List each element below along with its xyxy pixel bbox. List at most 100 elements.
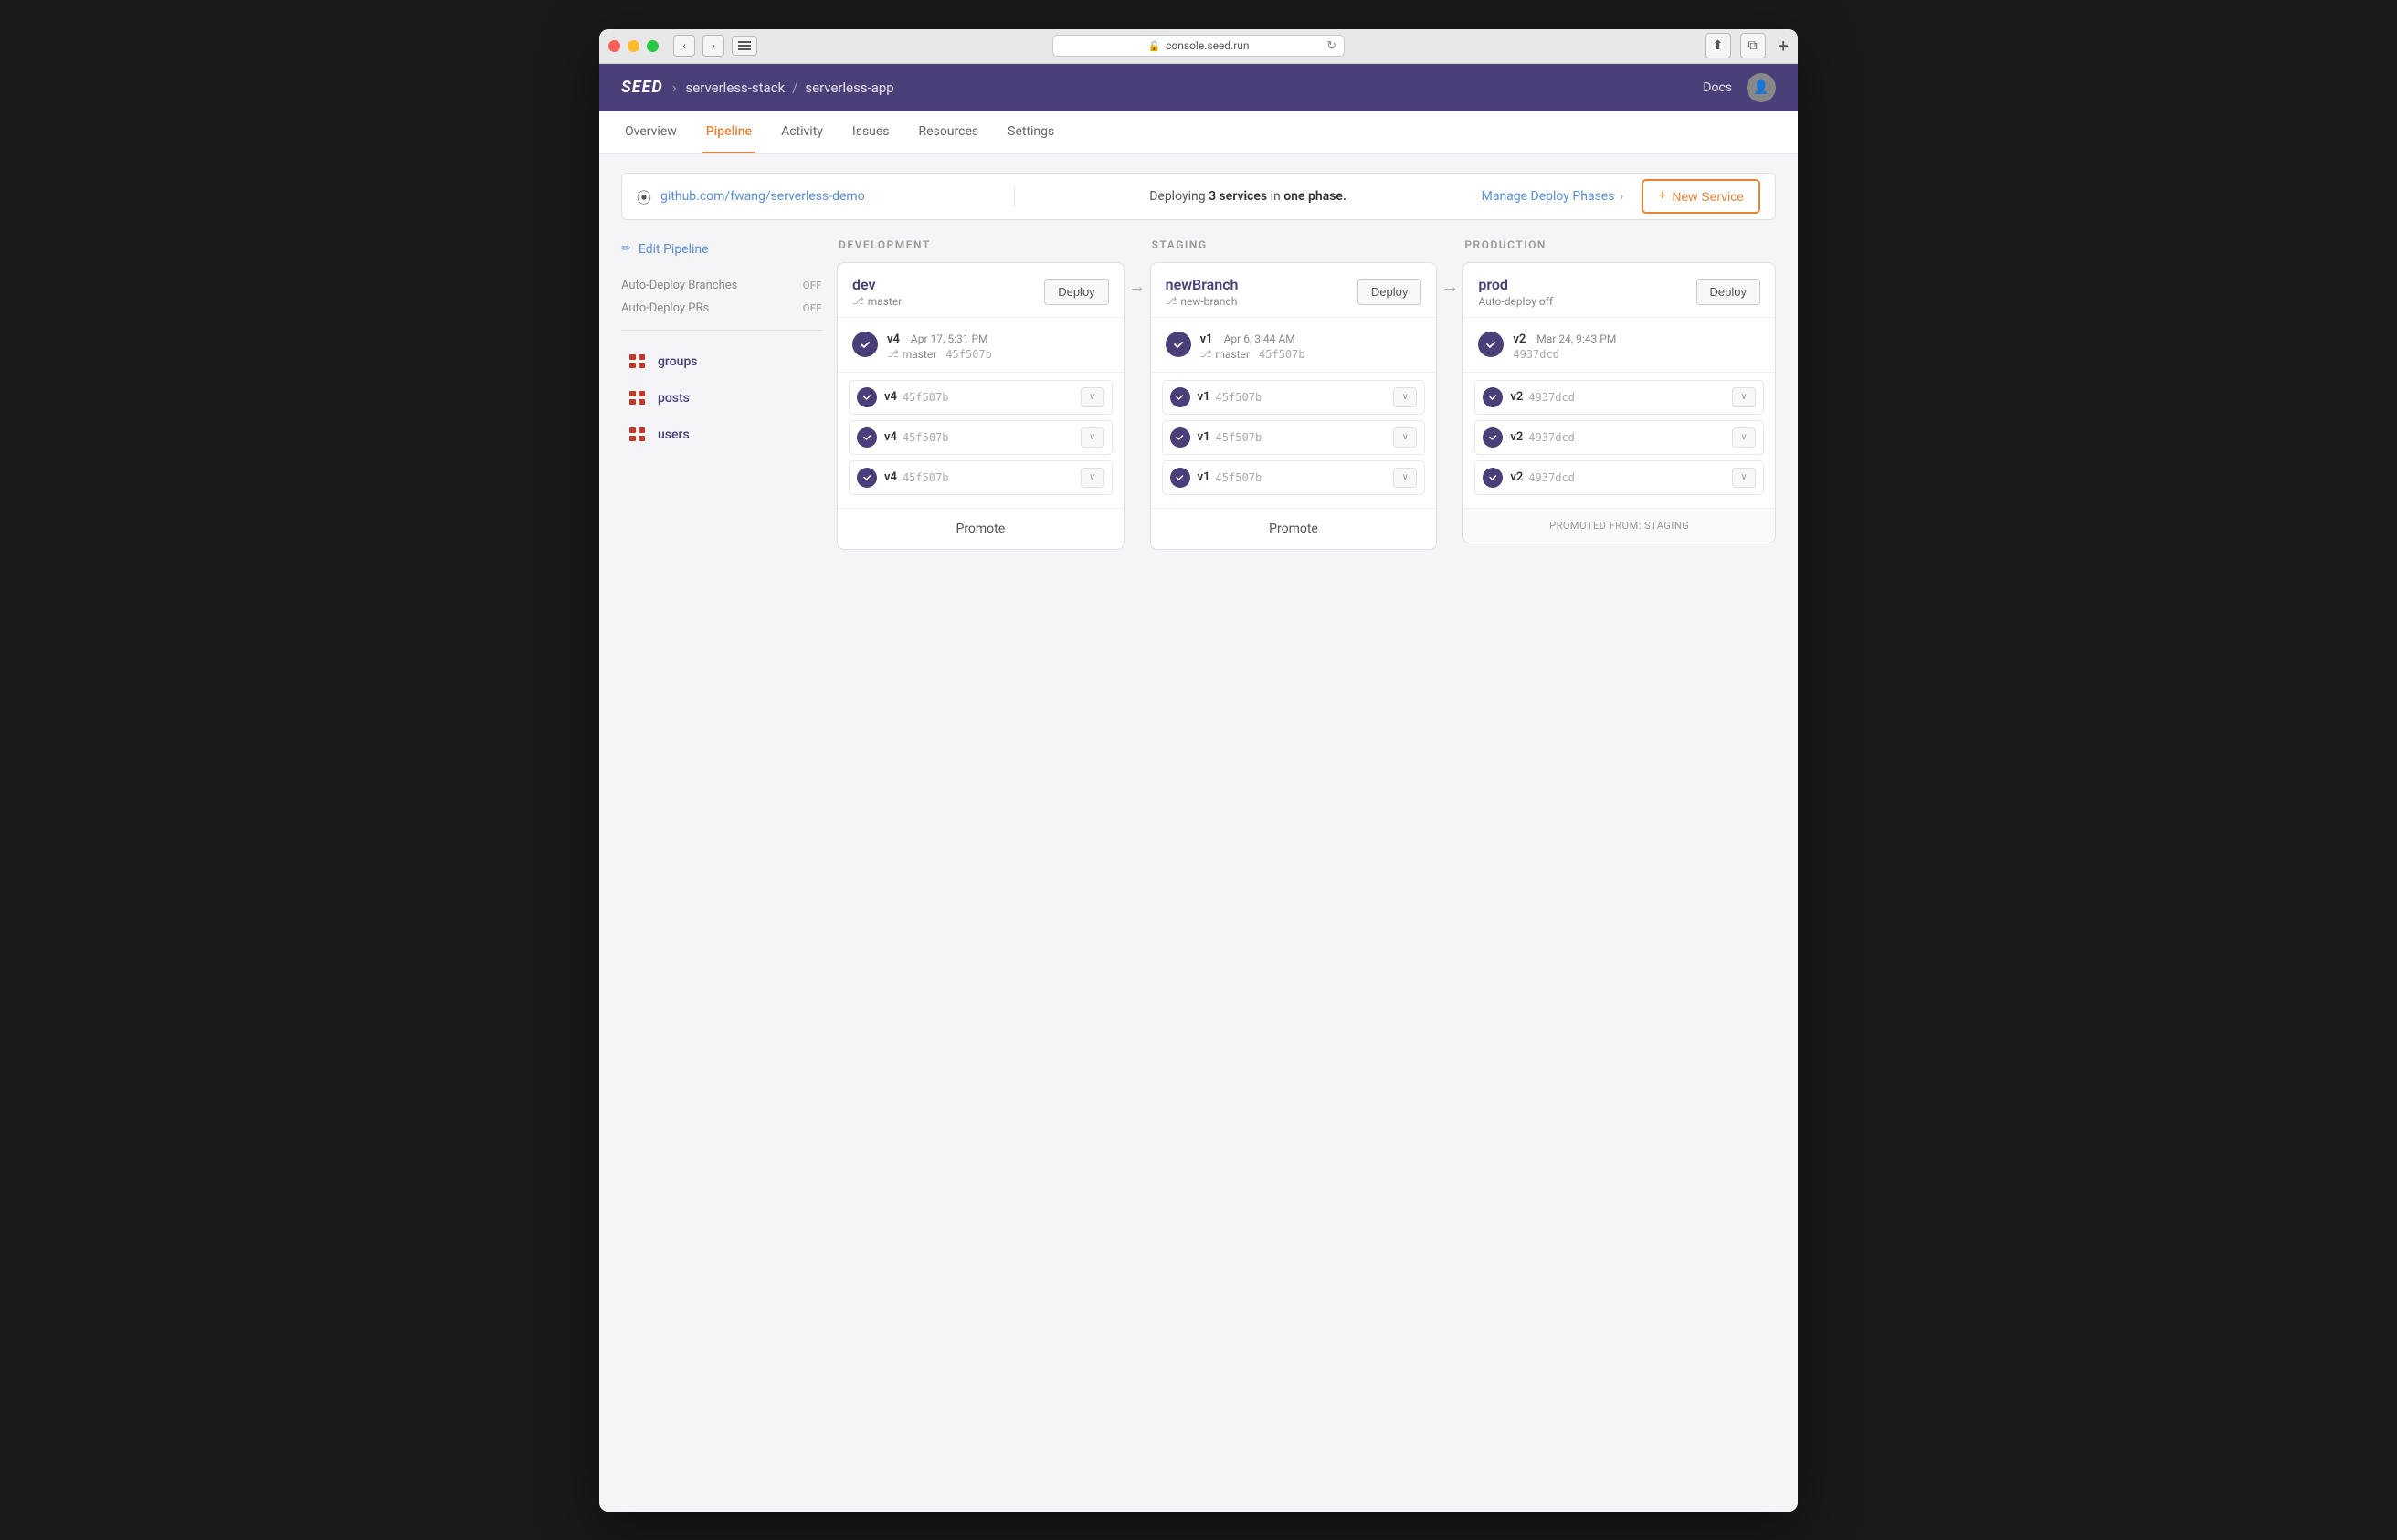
app-header: SEED › serverless-stack / serverless-app…	[599, 64, 1798, 111]
repo-link[interactable]: github.com/fwang/serverless-demo	[660, 189, 865, 204]
stage-production: PRODUCTION prod Auto-deploy off Deploy	[1462, 238, 1776, 543]
deploy-time-dev: Apr 17, 5:31 PM	[911, 332, 988, 345]
seed-logo: SEED	[621, 78, 663, 97]
auto-deploy-branches-toggle[interactable]: OFF	[803, 280, 822, 291]
service-row-expand-dev-0[interactable]: ∨	[1081, 387, 1104, 407]
deploy-button-prod[interactable]: Deploy	[1696, 279, 1760, 305]
titlebar-actions: ⬆ ⧉ +	[1705, 33, 1789, 58]
url-bar[interactable]: 🔒 console.seed.run ↻	[1052, 35, 1345, 57]
sidebar-service-groups[interactable]: groups	[621, 345, 822, 378]
phase-text: one phase.	[1283, 189, 1346, 204]
stage-staging-wrapper: STAGING newBranch ⎇ new-branch	[1150, 238, 1463, 550]
service-row-prod-0: v2 4937dcd ∨	[1474, 380, 1764, 415]
maximize-button[interactable]	[647, 40, 659, 52]
service-row-expand-prod-1[interactable]: ∨	[1732, 427, 1756, 448]
stage-development-branch: ⎇ master	[852, 295, 902, 308]
deploy-button-staging[interactable]: Deploy	[1357, 279, 1421, 305]
tab-issues[interactable]: Issues	[849, 111, 893, 153]
edit-pipeline-link[interactable]: ✏ Edit Pipeline	[621, 238, 822, 260]
service-icon-groups	[627, 353, 649, 371]
github-icon: ⦿	[637, 185, 651, 207]
sidebar-divider	[621, 330, 822, 331]
close-button[interactable]	[608, 40, 620, 52]
sidebar-service-users[interactable]: users	[621, 418, 822, 451]
info-bar-middle: Deploying 3 services in one phase.	[1015, 189, 1482, 204]
stage-production-header: PRODUCTION	[1462, 238, 1776, 251]
back-button[interactable]: ‹	[673, 35, 695, 57]
manage-deploy-phases-link[interactable]: Manage Deploy Phases	[1482, 189, 1615, 204]
deploy-info-dev: v4 Apr 17, 5:31 PM ⎇ master 45f507b	[887, 329, 1109, 361]
titlebar: ‹ › 🔒 console.seed.run ↻ ⬆ ⧉ +	[599, 29, 1798, 64]
service-row-expand-prod-0[interactable]: ∨	[1732, 387, 1756, 407]
check-circle-staging	[1166, 332, 1191, 357]
deploy-meta-prod: 4937dcd	[1513, 348, 1760, 361]
titlebar-buttons	[608, 40, 659, 52]
tab-settings[interactable]: Settings	[1004, 111, 1058, 153]
stage-production-card: prod Auto-deploy off Deploy	[1462, 262, 1776, 543]
service-row-hash-prod-2: 4937dcd	[1528, 471, 1732, 484]
services-list-staging: v1 45f507b ∨ v1 45f507b	[1151, 373, 1437, 508]
promote-button-staging[interactable]: Promote	[1151, 508, 1437, 549]
pipeline-columns: DEVELOPMENT dev ⎇ master D	[837, 238, 1776, 550]
tab-overview[interactable]: Overview	[621, 111, 681, 153]
service-row-expand-staging-1[interactable]: ∨	[1393, 427, 1417, 448]
new-service-button[interactable]: + New Service	[1642, 179, 1760, 214]
auto-deploy-prs-toggle[interactable]: OFF	[803, 302, 822, 314]
auto-deploy-prs-label: Auto-Deploy PRs	[621, 301, 709, 315]
service-row-check-staging-0	[1170, 387, 1190, 407]
stage-staging-card: newBranch ⎇ new-branch Deploy	[1150, 262, 1438, 550]
service-row-hash-staging-1: 45f507b	[1216, 431, 1394, 444]
service-row-expand-dev-2[interactable]: ∨	[1081, 468, 1104, 488]
promote-button-dev[interactable]: Promote	[838, 508, 1124, 549]
latest-deploy-prod: v2 Mar 24, 9:43 PM 4937dcd	[1463, 318, 1775, 373]
sidebar-service-posts[interactable]: posts	[621, 382, 822, 415]
deploy-button-dev[interactable]: Deploy	[1044, 279, 1108, 305]
stage-staging-card-header: newBranch ⎇ new-branch Deploy	[1151, 263, 1437, 318]
service-row-staging-0: v1 45f507b ∨	[1162, 380, 1426, 415]
service-row-check-dev-2	[857, 468, 877, 488]
service-row-expand-prod-2[interactable]: ∨	[1732, 468, 1756, 488]
branch-icon-dev: ⎇	[852, 295, 864, 307]
stage-development: DEVELOPMENT dev ⎇ master D	[837, 238, 1125, 550]
deploy-version-dev: v4	[887, 332, 900, 346]
service-row-expand-staging-2[interactable]: ∨	[1393, 468, 1417, 488]
check-circle-prod	[1478, 332, 1504, 357]
branch-meta-icon-staging: ⎇	[1200, 348, 1212, 360]
avatar[interactable]: 👤	[1747, 73, 1776, 102]
tab-pipeline[interactable]: Pipeline	[702, 111, 755, 153]
stage-staging-name[interactable]: newBranch	[1166, 276, 1239, 293]
deploy-time-prod: Mar 24, 9:43 PM	[1536, 332, 1616, 345]
refresh-icon[interactable]: ↻	[1326, 39, 1336, 53]
stage-development-name[interactable]: dev	[852, 276, 902, 293]
service-row-hash-dev-0: 45f507b	[903, 391, 1081, 404]
services-list-prod: v2 4937dcd ∨ v2 4937dcd	[1463, 373, 1775, 508]
branch-icon-staging: ⎇	[1166, 295, 1177, 307]
tab-overview-button[interactable]: ⧉	[1740, 33, 1766, 58]
header-right: Docs 👤	[1703, 73, 1776, 102]
url-text: console.seed.run	[1166, 39, 1249, 52]
minimize-button[interactable]	[628, 40, 639, 52]
breadcrumb-stack[interactable]: serverless-stack	[686, 79, 786, 96]
forward-button[interactable]: ›	[702, 35, 724, 57]
info-bar: ⦿ github.com/fwang/serverless-demo Deplo…	[621, 173, 1776, 220]
deploy-meta-dev: ⎇ master 45f507b	[887, 348, 1109, 361]
tab-resources[interactable]: Resources	[915, 111, 983, 153]
share-button[interactable]: ⬆	[1705, 33, 1731, 58]
manage-arrow-icon: ›	[1620, 190, 1623, 203]
tab-activity[interactable]: Activity	[777, 111, 827, 153]
breadcrumb-app[interactable]: serverless-app	[805, 79, 893, 96]
service-name-users: users	[658, 427, 690, 442]
service-row-version-staging-0: v1	[1198, 390, 1210, 404]
docs-link[interactable]: Docs	[1703, 80, 1732, 95]
main-content: ⦿ github.com/fwang/serverless-demo Deplo…	[599, 154, 1798, 1512]
sidebar-toggle-button[interactable]	[732, 36, 757, 56]
service-row-check-prod-2	[1483, 468, 1503, 488]
service-row-expand-dev-1[interactable]: ∨	[1081, 427, 1104, 448]
service-row-expand-staging-0[interactable]: ∨	[1393, 387, 1417, 407]
service-row-dev-0: v4 45f507b ∨	[849, 380, 1113, 415]
stage-production-info: prod Auto-deploy off	[1478, 276, 1553, 308]
stage-development-card-header: dev ⎇ master Deploy	[838, 263, 1124, 318]
stage-production-name[interactable]: prod	[1478, 276, 1553, 293]
deploy-info-staging: v1 Apr 6, 3:44 AM ⎇ master 45f507b	[1200, 329, 1422, 361]
new-tab-button[interactable]: +	[1779, 35, 1789, 57]
